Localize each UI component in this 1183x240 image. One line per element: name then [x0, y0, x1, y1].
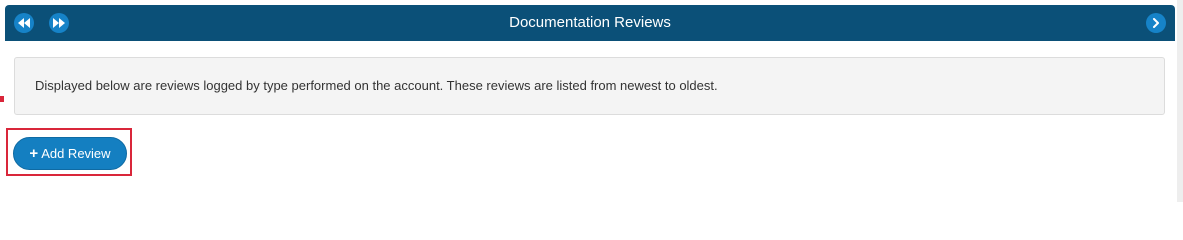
info-text: Displayed below are reviews logged by ty…: [35, 78, 718, 93]
title-bar: Documentation Reviews: [5, 5, 1175, 41]
first-page-button[interactable]: [14, 13, 34, 33]
side-marker: [0, 96, 4, 102]
previous-button[interactable]: [49, 13, 69, 33]
chevron-right-icon: [1151, 18, 1161, 28]
plus-icon: +: [29, 145, 39, 162]
double-chevron-left-icon: [18, 18, 30, 28]
page-title: Documentation Reviews: [509, 14, 671, 31]
next-button[interactable]: [1146, 13, 1166, 33]
double-chevron-right-icon: [53, 18, 65, 28]
info-panel: Displayed below are reviews logged by ty…: [14, 57, 1165, 115]
add-review-label: Add Review: [41, 146, 111, 161]
documentation-reviews-page: Documentation Reviews Displayed below ar…: [0, 0, 1183, 202]
scroll-edge: [1177, 0, 1183, 202]
add-review-button[interactable]: + Add Review: [13, 137, 127, 170]
